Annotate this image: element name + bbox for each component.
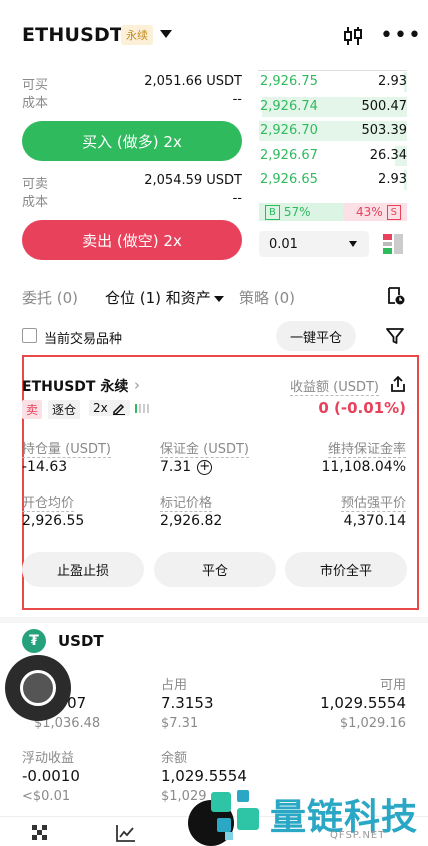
precision-value: 0.01 [269, 236, 298, 252]
usdt-icon: ₮ [22, 629, 46, 653]
sell-ratio-value: 43% [355, 205, 383, 219]
bid-quantity[interactable]: 2.93 [378, 74, 407, 89]
share-icon[interactable] [389, 375, 407, 393]
leverage-badge[interactable]: 2x [89, 400, 130, 416]
current-symbol-checkbox[interactable] [22, 328, 37, 343]
current-symbol-label: 当前交易品种 [44, 332, 123, 347]
buy-cost-label: 成本 [22, 96, 49, 111]
mark-price-value: 2,926.82 [160, 513, 223, 529]
margin-mode-badge: 逐仓 [48, 400, 81, 419]
margin-value-wrap: 7.31 + [160, 459, 213, 475]
close-all-button[interactable]: 一键平仓 [276, 321, 356, 351]
page-title[interactable]: ETHUSDT [22, 24, 123, 46]
bid-price[interactable]: 2,926.74 [260, 99, 318, 114]
entry-price-label: 开仓均价 [22, 492, 75, 512]
buy-available-label: 可买 [22, 78, 49, 93]
sell-available-value: 2,054.59 USDT [144, 173, 242, 188]
floating-pnl-value: -0.0010 [22, 767, 80, 785]
maint-margin-ratio-value: 11,108.04% [321, 459, 406, 475]
asset-used-label: 占用 [161, 678, 188, 693]
tab-orders[interactable]: 委托 (0) [22, 287, 78, 308]
more-icon[interactable]: ••• [380, 25, 422, 47]
liq-price-label: 预估强平价 [340, 492, 406, 512]
asset-available-label: 可用 [379, 678, 406, 693]
close-position-button[interactable]: 平仓 [154, 552, 276, 587]
history-icon[interactable] [386, 286, 406, 306]
pnl-value: 0 (-0.01%) [318, 399, 406, 417]
mark-price-label: 标记价格 [160, 492, 213, 512]
asset-used-value: 7.3153 [161, 694, 214, 712]
asset-currency: USDT [58, 632, 104, 650]
tab-positions[interactable]: 仓位 (1) 和资产 [105, 287, 224, 308]
floating-pnl-label: 浮动收益 [22, 751, 75, 766]
sell-cost-value: -- [232, 191, 242, 206]
bid-quantity[interactable]: 500.47 [362, 99, 408, 114]
buy-long-button[interactable]: 买入 (做多) 2x [22, 121, 242, 161]
buy-available-value: 2,051.66 USDT [144, 74, 242, 89]
sell-available-label: 可卖 [22, 177, 49, 192]
filter-icon[interactable] [385, 326, 405, 346]
bid-quantity[interactable]: 26.34 [370, 148, 407, 163]
chevron-right-icon[interactable]: › [134, 376, 140, 394]
pnl-label: 收益额 (USDT) [290, 376, 379, 396]
perpetual-badge: 永续 [121, 25, 153, 45]
floating-pnl-usd: <$0.01 [22, 789, 71, 804]
market-chart-icon[interactable] [116, 824, 136, 842]
balance-label: 余额 [161, 751, 188, 766]
bid-price[interactable]: 2,926.65 [260, 172, 318, 187]
bid-quantity[interactable]: 503.39 [362, 123, 408, 138]
asset-used-usd: $7.31 [161, 716, 199, 731]
maint-margin-ratio-label: 维持保证金率 [327, 438, 406, 458]
risk-level-icon [135, 404, 149, 413]
leverage-value: 2x [93, 401, 108, 415]
buy-ratio-value: 57% [283, 205, 311, 219]
sell-ratio: 43% S [343, 203, 407, 221]
position-symbol[interactable]: ETHUSDT 永续 [22, 376, 128, 396]
liq-price-value: 4,370.14 [343, 513, 406, 529]
buy-sell-ratio-bar: B 57% 43% S [259, 203, 407, 221]
bid-quantity[interactable]: 2.93 [378, 172, 407, 187]
orderbook-divider [258, 70, 407, 71]
entry-price-value: 2,926.55 [22, 513, 85, 529]
sell-short-button[interactable]: 卖出 (做空) 2x [22, 220, 242, 260]
chevron-down-icon[interactable] [160, 30, 172, 38]
bid-price[interactable]: 2,926.70 [260, 123, 318, 138]
margin-value: 7.31 [160, 459, 192, 475]
tp-sl-button[interactable]: 止盈止损 [22, 552, 144, 587]
position-size-label: 持仓量 (USDT) [22, 438, 111, 458]
asset-available-usd: $1,029.16 [339, 716, 406, 731]
buy-tag: B [265, 204, 280, 220]
buy-cost-value: -- [232, 92, 242, 107]
position-size-value: -14.63 [22, 459, 68, 475]
bid-price[interactable]: 2,926.67 [260, 148, 318, 163]
balance-value: 1,029.5554 [161, 767, 247, 785]
orderbook-layout-icon[interactable] [382, 233, 404, 255]
watermark-subtext: QFSP.NET [330, 830, 386, 841]
section-divider [0, 617, 428, 623]
edit-icon [112, 403, 125, 415]
add-margin-icon[interactable]: + [197, 459, 213, 475]
market-close-all-button[interactable]: 市价全平 [285, 552, 407, 587]
candlestick-chart-icon[interactable] [341, 24, 365, 48]
chevron-down-icon [349, 241, 357, 247]
watermark-logo [211, 790, 259, 840]
assistive-touch-button[interactable] [5, 655, 71, 721]
margin-label: 保证金 (USDT) [160, 438, 249, 458]
tab-strategies[interactable]: 策略 (0) [239, 287, 295, 308]
chevron-down-icon [213, 295, 224, 302]
grid-icon[interactable] [30, 824, 50, 842]
asset-available-value: 1,029.5554 [320, 694, 406, 712]
side-badge: 卖 [22, 400, 43, 419]
buy-ratio: B 57% [259, 203, 344, 221]
sell-cost-label: 成本 [22, 195, 49, 210]
bid-price[interactable]: 2,926.75 [260, 74, 318, 89]
precision-select[interactable]: 0.01 [259, 231, 369, 257]
tab-positions-label: 仓位 (1) 和资产 [105, 289, 211, 307]
sell-tag: S [386, 204, 401, 220]
